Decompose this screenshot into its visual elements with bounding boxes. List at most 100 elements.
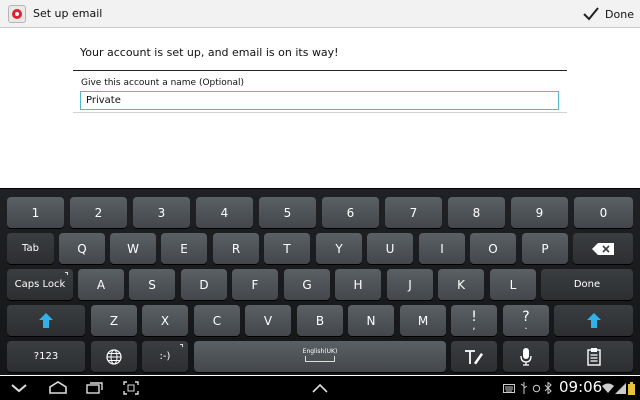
key-v[interactable]: V [245,305,291,336]
status-battery [626,376,636,400]
key-9[interactable]: 9 [511,197,568,228]
chevron-up-icon [312,383,328,393]
shift-left-key[interactable] [7,305,85,336]
key-s[interactable]: S [129,269,175,300]
done-key[interactable]: Done [541,269,633,300]
emoticon-key[interactable]: :-) [142,341,188,372]
microphone-icon [520,347,532,366]
home-button[interactable] [44,376,72,400]
key-2[interactable]: 2 [70,197,127,228]
keyboard-hide-icon [11,384,27,393]
done-button[interactable]: Done [583,4,634,24]
space-icon [305,356,335,362]
screenshot-icon [123,381,139,395]
space-language-label: English(UK) [302,348,338,355]
status-wifi [602,376,614,400]
page-title: Set up email [33,7,103,20]
status-signal [614,376,626,400]
key-question[interactable]: ?. [503,305,549,336]
key-f[interactable]: F [232,269,278,300]
backspace-key[interactable] [573,233,633,264]
key-k[interactable]: K [438,269,484,300]
key-7[interactable]: 7 [385,197,442,228]
system-navigation-bar: 09:06 [0,376,640,400]
backspace-icon [592,242,614,255]
key-4[interactable]: 4 [196,197,253,228]
key-d[interactable]: D [181,269,227,300]
status-clock: 09:06 [559,378,603,396]
bluetooth-icon [544,382,552,394]
expand-button[interactable] [308,376,332,400]
done-label: Done [605,7,634,21]
screenshot-button[interactable] [120,376,142,400]
setup-message: Your account is set up, and email is on … [80,46,339,59]
key-r[interactable]: R [213,233,259,264]
status-sync [531,376,541,400]
key-p[interactable]: P [522,233,568,264]
key-l[interactable]: L [490,269,536,300]
globe-icon [106,348,122,365]
checkmark-icon [583,7,599,21]
key-8[interactable]: 8 [448,197,505,228]
language-key[interactable] [91,341,137,372]
handwriting-key[interactable] [451,341,497,372]
wifi-icon [602,383,614,393]
action-bar: Set up email Done [0,0,640,28]
key-1[interactable]: 1 [7,197,64,228]
clipboard-icon [586,347,601,366]
key-u[interactable]: U [367,233,413,264]
caps-lock-key[interactable]: Caps Lock [7,269,73,300]
key-n[interactable]: N [348,305,394,336]
key-x[interactable]: X [142,305,188,336]
key-b[interactable]: B [297,305,343,336]
shift-icon [39,313,53,328]
voice-input-key[interactable] [503,341,549,372]
recent-apps-button[interactable] [82,376,108,400]
key-y[interactable]: Y [316,233,362,264]
account-name-input[interactable] [80,91,559,110]
key-i[interactable]: I [419,233,465,264]
clipboard-key[interactable] [554,341,633,372]
signal-icon [614,382,626,394]
shift-icon [586,313,601,328]
comma-label: , [472,320,476,332]
status-bluetooth [543,376,553,400]
symbols-key[interactable]: ?123 [7,341,85,372]
key-o[interactable]: O [470,233,516,264]
emoticon-label: :-) [159,351,171,362]
period-label: . [524,320,528,332]
space-key[interactable]: English(UK) [194,341,446,372]
tab-key[interactable]: Tab [7,233,54,264]
status-usb [519,376,529,400]
keyboard: 1 2 3 4 5 6 7 8 9 0 Tab Q W E R T Y U I … [0,188,640,375]
key-exclamation[interactable]: !, [451,305,497,336]
back-button[interactable] [6,376,32,400]
key-m[interactable]: M [400,305,446,336]
keyboard-icon [503,383,515,393]
shift-right-key[interactable] [554,305,633,336]
home-icon [49,381,67,394]
key-3[interactable]: 3 [133,197,190,228]
key-e[interactable]: E [161,233,207,264]
usb-icon [520,382,528,394]
battery-icon [627,381,635,395]
key-a[interactable]: A [78,269,124,300]
key-j[interactable]: J [387,269,433,300]
key-5[interactable]: 5 [259,197,316,228]
key-0[interactable]: 0 [574,197,633,228]
key-g[interactable]: G [284,269,330,300]
divider [73,112,567,113]
key-6[interactable]: 6 [322,197,379,228]
key-q[interactable]: Q [59,233,105,264]
account-name-label: Give this account a name (Optional) [81,78,245,88]
sync-icon [532,384,540,392]
divider [73,70,567,71]
key-w[interactable]: W [110,233,156,264]
recent-apps-icon [86,382,103,394]
key-t[interactable]: T [264,233,310,264]
email-app-icon[interactable] [8,5,26,23]
key-z[interactable]: Z [91,305,137,336]
key-h[interactable]: H [335,269,381,300]
key-c[interactable]: C [194,305,240,336]
handwriting-icon [465,349,483,364]
